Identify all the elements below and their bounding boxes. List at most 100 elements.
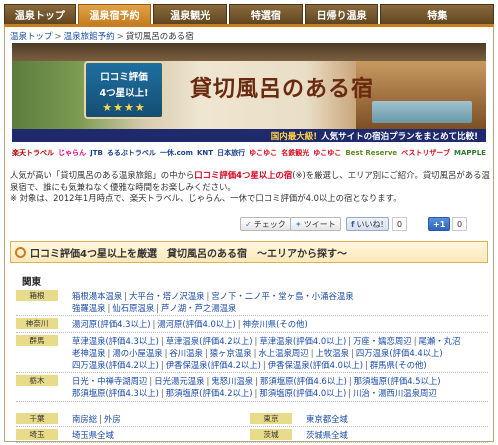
area-label: 箱根 [16,290,58,301]
area-link[interactable]: 谷川温泉 [169,348,203,358]
badge-line2: 4つ星以上! [99,88,149,99]
area-link[interactable]: 湯河原(評価4.3以上) [72,319,150,329]
check-label: チェック [253,219,286,229]
area-link[interactable]: 草津温泉(評価4.2以上) [166,336,253,346]
partner-logo[interactable]: MAPPLE [454,149,486,157]
area-link[interactable]: 伊香保温泉(評価4.2以上) [166,360,261,370]
tweet-button[interactable]: ✦ ツイート [290,217,341,231]
link-separator: | [255,376,258,387]
row-divider [16,400,488,402]
partner-logo[interactable]: 一休.com [160,148,193,158]
link-separator: | [156,303,160,314]
nav-tab[interactable]: 特選宿 [229,4,303,25]
area-link[interactable]: 万座・嬬恋周辺 [353,336,412,346]
link-separator: | [348,376,352,387]
check-icon: ✓ [245,219,252,229]
partner-logo[interactable]: 名鉄観光 [281,148,309,158]
link-separator: | [206,376,210,387]
nav-tab[interactable]: 温泉観光 [153,4,228,25]
area-link[interactable]: 上牧温泉 [316,348,350,358]
area-link[interactable]: 四万温泉(評価4.4以上) [356,348,443,358]
banner-roof-image [12,43,486,61]
area-link[interactable]: 埼玉県全域 [72,430,114,440]
area-link[interactable]: 芦ノ湖・芦之湯温泉 [161,303,236,313]
area-link[interactable]: 四万温泉(評価4.2以上) [72,360,159,370]
area-row: 箱根 箱根湯本温泉 | 大平台・塔ノ沢温泉 | 宮ノ下・二ノ平・堂ヶ島・小涌谷温泉強羅温泉… [16,290,354,314]
partner-logos: 楽天トラベル じゃらん JTB るるぶトラベル 一休.com KNT 日本旅行 ゆこゆこ 名鉄観… [12,144,486,162]
facebook-like-button[interactable]: f いいね! [346,217,389,231]
link-separator: | [262,360,266,370]
partner-logo[interactable]: るるぶトラベル [107,148,156,158]
area-link[interactable]: 猿ヶ京温泉 [210,348,252,358]
link-separator: | [107,303,111,314]
check-button[interactable]: ✓ チェック [240,217,291,231]
area-link[interactable]: 東京都全域 [306,414,348,424]
breadcrumb-link-top[interactable]: 温泉トップ [10,32,53,42]
partner-logo[interactable]: 日本旅行 [217,148,245,158]
area-link[interactable]: 茨城県全域 [306,430,348,440]
facebook-icon: f [351,219,355,229]
area-link[interactable]: 那須塩原(評価4.3以上) [72,388,159,398]
area-link[interactable]: 尾瀬・丸沼 [419,336,461,346]
partner-logo[interactable]: JTB [90,149,103,157]
intro-highlight: 口コミ評価4つ星以上の宿 [194,170,293,180]
area-link[interactable]: 湯の小屋温泉 [112,348,162,358]
nav-tab[interactable]: 特集 [380,4,494,25]
partner-logo[interactable]: ベストリザーブ [401,148,450,158]
partner-logo[interactable]: KNT [197,149,213,157]
partner-logo[interactable]: じゃらん [58,148,86,158]
badge-line1: 口コミ評価 [100,72,148,83]
area-link[interactable]: 老神温泉 [72,348,106,358]
partner-logo[interactable]: 楽天トラベル [12,148,54,158]
google-plus-button[interactable]: +1 [428,217,451,231]
breadcrumb-current: 貸切風呂のある宿 [125,32,194,42]
area-link[interactable]: 鬼怒川温泉 [211,376,253,386]
area-link[interactable]: 南房総 [72,414,97,424]
link-separator: | [160,360,164,370]
area-link[interactable]: 那須塩原(評価4.5以上) [354,376,441,386]
region-title: 関東 [22,277,42,288]
nav-tab[interactable]: 温泉トップ [4,4,76,25]
partner-logo[interactable]: ゆこゆこ [249,148,277,158]
area-link[interactable]: 日光湯元温泉 [154,376,204,386]
partner-logo[interactable]: ゆこゆこ [313,148,341,158]
area-link[interactable]: 川治・湯西川温泉周辺 [353,388,437,398]
area-link[interactable]: 群馬県(その他) [370,360,427,370]
area-link[interactable]: 湯河原(評価4.0以上) [157,319,235,329]
like-label: いいね! [356,219,384,229]
twitter-bird-icon: ✦ [295,219,302,229]
nav-tab[interactable]: 日帰り温泉 [304,4,379,25]
link-separator: | [351,347,354,358]
area-link[interactable]: 草津温泉(評価4.3以上) [72,336,159,346]
link-separator: | [254,335,258,346]
area-link[interactable]: 那須塩原(評価4.2以上) [166,388,253,398]
area-link[interactable]: 那須塩原(評価4.6以上) [260,376,347,386]
area-row: 栃木 日光・中禅寺湖周辺 | 日光湯元温泉 | 鬼怒川温泉 | 那須塩原(評価4.6以上) | 那… [16,375,441,399]
banner-title: 貸切風呂のある宿 [190,76,375,102]
area-link[interactable]: 仙石原温泉 [112,303,154,313]
area-link[interactable]: 大平台・塔ノ沢温泉 [129,291,204,301]
link-separator: | [160,335,164,346]
link-separator: | [348,335,352,346]
partner-logo[interactable]: Best Reserve [345,149,397,157]
area-link[interactable]: 伊香保温泉(評価4.0以上) [268,360,363,370]
area-link[interactable]: 宮ノ下・二ノ平・堂ヶ島・小涌谷温泉 [211,291,353,301]
link-separator: | [310,347,314,358]
breadcrumb-separator: > [116,32,124,42]
area-label: 千葉 [16,413,58,424]
tweet-label: ツイート [303,219,336,229]
area-link[interactable]: 水上温泉周辺 [258,348,308,358]
area-link[interactable]: 那須塩原(評価4.0以上) [259,388,346,398]
link-separator: | [364,360,368,370]
area-link[interactable]: 日光・中禅寺湖周辺 [72,376,147,386]
area-link[interactable]: 神奈川県(その他) [243,319,308,329]
intro-paragraph: 人気が高い「貸切風呂のある温泉旅館」の中から口コミ評価4つ星以上の宿(※)を厳選… [10,170,490,193]
area-link[interactable]: 外房 [104,414,121,424]
nav-tab[interactable]: 温泉宿予約 [77,4,152,25]
row-divider [16,442,488,443]
area-link[interactable]: 草津温泉(評価4.0以上) [259,336,346,346]
area-link[interactable]: 箱根湯本温泉 [72,291,122,301]
area-link[interactable]: 強羅温泉 [72,303,106,313]
top-navigation: 温泉トップ 温泉宿予約 温泉観光 特選宿 日帰り温泉 特集 [4,4,494,25]
breadcrumb-link-booking[interactable]: 温泉旅館予約 [64,32,115,42]
